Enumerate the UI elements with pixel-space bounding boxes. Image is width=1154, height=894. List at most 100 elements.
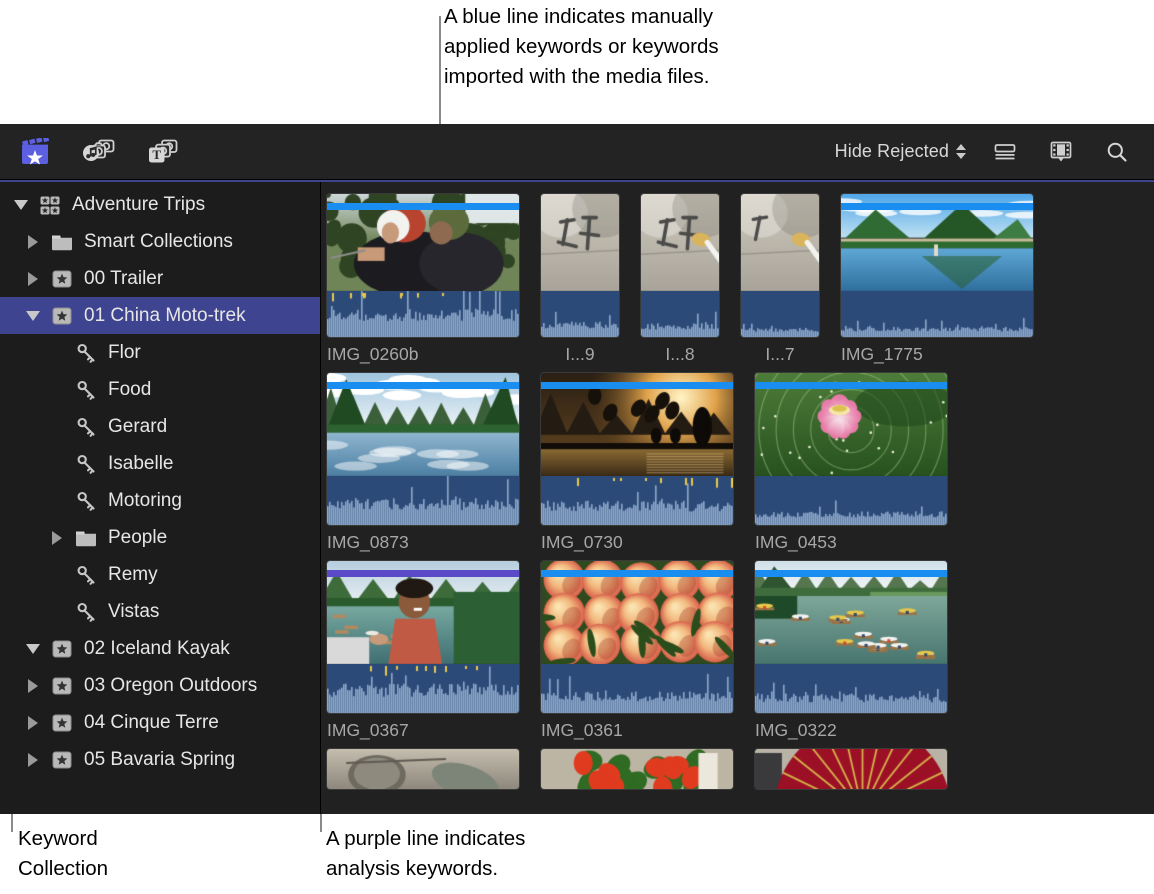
event-icon bbox=[46, 674, 78, 698]
filter-popup-label: Hide Rejected bbox=[835, 141, 949, 162]
folder-icon bbox=[70, 526, 102, 550]
sidebar-item-04-cinque-terre[interactable]: 04 Cinque Terre bbox=[0, 704, 320, 741]
browser-clip[interactable]: I...8 bbox=[641, 194, 719, 365]
sidebar-item-label: 03 Oregon Outdoors bbox=[78, 675, 257, 697]
sidebar-item-05-bavaria-spring[interactable]: 05 Bavaria Spring bbox=[0, 741, 320, 778]
sidebar-item-gerard[interactable]: Gerard bbox=[0, 408, 320, 445]
clip-filmstrip[interactable] bbox=[327, 749, 519, 789]
browser-row bbox=[321, 749, 1154, 789]
clip-filmstrip[interactable] bbox=[755, 749, 947, 789]
filter-popup-button[interactable]: Hide Rejected bbox=[835, 141, 966, 162]
photos-and-audio-icon[interactable] bbox=[82, 137, 116, 167]
sidebar-item-03-oregon-outdoors[interactable]: 03 Oregon Outdoors bbox=[0, 667, 320, 704]
clip-filmstrip[interactable] bbox=[841, 194, 1033, 337]
chevron-down-icon[interactable] bbox=[20, 644, 46, 654]
keyword-icon bbox=[70, 563, 102, 587]
keyword-icon bbox=[70, 341, 102, 365]
chevron-right-icon[interactable] bbox=[20, 235, 46, 249]
clip-filmstrip[interactable] bbox=[327, 373, 519, 525]
keyword-icon bbox=[70, 378, 102, 402]
browser-row: IMG_0873 IMG_0730 IMG_0453 bbox=[321, 373, 1154, 553]
clip-filmstrip[interactable] bbox=[541, 373, 733, 525]
event-icon bbox=[46, 711, 78, 735]
keyword-icon bbox=[70, 489, 102, 513]
browser-clip[interactable]: IMG_0260b bbox=[327, 194, 519, 365]
search-icon[interactable] bbox=[1100, 137, 1134, 167]
sidebar-item-smart-collections[interactable]: Smart Collections bbox=[0, 223, 320, 260]
clip-filmstrip[interactable] bbox=[641, 194, 719, 337]
sidebar-item-label: People bbox=[102, 527, 167, 549]
browser-clip[interactable]: IMG_0873 bbox=[327, 373, 519, 553]
toolbar-right-group: Hide Rejected bbox=[835, 137, 1154, 167]
sidebar-item-flor[interactable]: Flor bbox=[0, 334, 320, 371]
sidebar-item-02-iceland-kayak[interactable]: 02 Iceland Kayak bbox=[0, 630, 320, 667]
clip-filmstrip[interactable] bbox=[541, 749, 733, 789]
chevron-down-icon[interactable] bbox=[20, 311, 46, 321]
sidebar-item-label: 01 China Moto-trek bbox=[78, 305, 246, 327]
clip-filmstrip[interactable] bbox=[741, 194, 819, 337]
titles-and-generators-icon[interactable]: T bbox=[146, 137, 180, 167]
filmstrip-view-icon[interactable] bbox=[1044, 137, 1078, 167]
clip-filmstrip[interactable] bbox=[541, 194, 619, 337]
keyword-line-blue bbox=[755, 382, 947, 389]
keyword-icon bbox=[70, 600, 102, 624]
clip-filmstrip[interactable] bbox=[755, 373, 947, 525]
sidebar-item-people[interactable]: People bbox=[0, 519, 320, 556]
clip-filmstrip[interactable] bbox=[755, 561, 947, 713]
chevron-right-icon[interactable] bbox=[20, 753, 46, 767]
browser-clip[interactable] bbox=[327, 749, 519, 789]
browser-clip[interactable]: I...9 bbox=[541, 194, 619, 365]
browser-clip[interactable]: IMG_0453 bbox=[755, 373, 947, 553]
clip-name: IMG_0322 bbox=[755, 720, 947, 741]
clip-name: IMG_0367 bbox=[327, 720, 519, 741]
clip-filmstrip[interactable] bbox=[541, 561, 733, 713]
browser-clip[interactable] bbox=[541, 749, 733, 789]
sidebar-item-label: Adventure Trips bbox=[66, 194, 205, 216]
browser-row: IMG_0260b I...9 I...8 I...7 IMG_1775 bbox=[321, 194, 1154, 365]
clip-audio-waveform bbox=[327, 476, 519, 525]
annotation-purple-line-note: A purple line indicates analysis keyword… bbox=[326, 824, 656, 884]
clip-browser[interactable]: IMG_0260bI...9I...8I...7IMG_1775IMG_0873… bbox=[321, 182, 1154, 814]
clip-audio-waveform bbox=[741, 291, 819, 337]
sidebar-item-motoring[interactable]: Motoring bbox=[0, 482, 320, 519]
sidebar-item-food[interactable]: Food bbox=[0, 371, 320, 408]
sidebar-item-01-china-moto-trek[interactable]: 01 China Moto-trek bbox=[0, 297, 320, 334]
clip-name: IMG_0873 bbox=[327, 532, 519, 553]
clip-name: I...8 bbox=[641, 344, 719, 365]
sidebar-item-adventure-trips[interactable]: Adventure Trips bbox=[0, 186, 320, 223]
clip-name: IMG_0730 bbox=[541, 532, 733, 553]
chevron-right-icon[interactable] bbox=[44, 531, 70, 545]
sidebar-item-label: 05 Bavaria Spring bbox=[78, 749, 235, 771]
browser-clip[interactable]: IMG_0367 bbox=[327, 561, 519, 741]
chevron-right-icon[interactable] bbox=[20, 679, 46, 693]
browser-clip[interactable]: IMG_0730 bbox=[541, 373, 733, 553]
browser-clip[interactable]: IMG_0361 bbox=[541, 561, 733, 741]
browser-clip[interactable]: I...7 bbox=[741, 194, 819, 365]
clip-filmstrip[interactable] bbox=[327, 561, 519, 713]
sidebar-item-remy[interactable]: Remy bbox=[0, 556, 320, 593]
libraries-sidebar[interactable]: Adventure Trips Smart Collections 00 Trail… bbox=[0, 182, 321, 814]
chevron-right-icon[interactable] bbox=[20, 272, 46, 286]
sidebar-item-vistas[interactable]: Vistas bbox=[0, 593, 320, 630]
browser-clip[interactable]: IMG_0322 bbox=[755, 561, 947, 741]
sidebar-item-00-trailer[interactable]: 00 Trailer bbox=[0, 260, 320, 297]
sidebar-item-isabelle[interactable]: Isabelle bbox=[0, 445, 320, 482]
sidebar-item-label: 00 Trailer bbox=[78, 268, 163, 290]
chevron-down-icon[interactable] bbox=[8, 200, 34, 210]
keyword-line-blue bbox=[541, 570, 733, 577]
annotation-keyword-collection-label: Keyword Collection bbox=[18, 824, 268, 884]
clip-filmstrip[interactable] bbox=[327, 194, 519, 337]
chevron-right-icon[interactable] bbox=[20, 716, 46, 730]
clip-audio-waveform bbox=[541, 291, 619, 337]
sidebar-item-label: 04 Cinque Terre bbox=[78, 712, 219, 734]
sidebar-item-label: Vistas bbox=[102, 601, 159, 623]
libraries-icon[interactable] bbox=[18, 137, 52, 167]
list-view-icon[interactable] bbox=[988, 137, 1022, 167]
browser-clip[interactable] bbox=[755, 749, 947, 789]
clip-name: I...7 bbox=[741, 344, 819, 365]
sidebar-item-label: Gerard bbox=[102, 416, 167, 438]
browser-clip[interactable]: IMG_1775 bbox=[841, 194, 1033, 365]
clip-audio-waveform bbox=[755, 476, 947, 525]
clip-name: I...9 bbox=[541, 344, 619, 365]
sidebar-item-label: Isabelle bbox=[102, 453, 174, 475]
